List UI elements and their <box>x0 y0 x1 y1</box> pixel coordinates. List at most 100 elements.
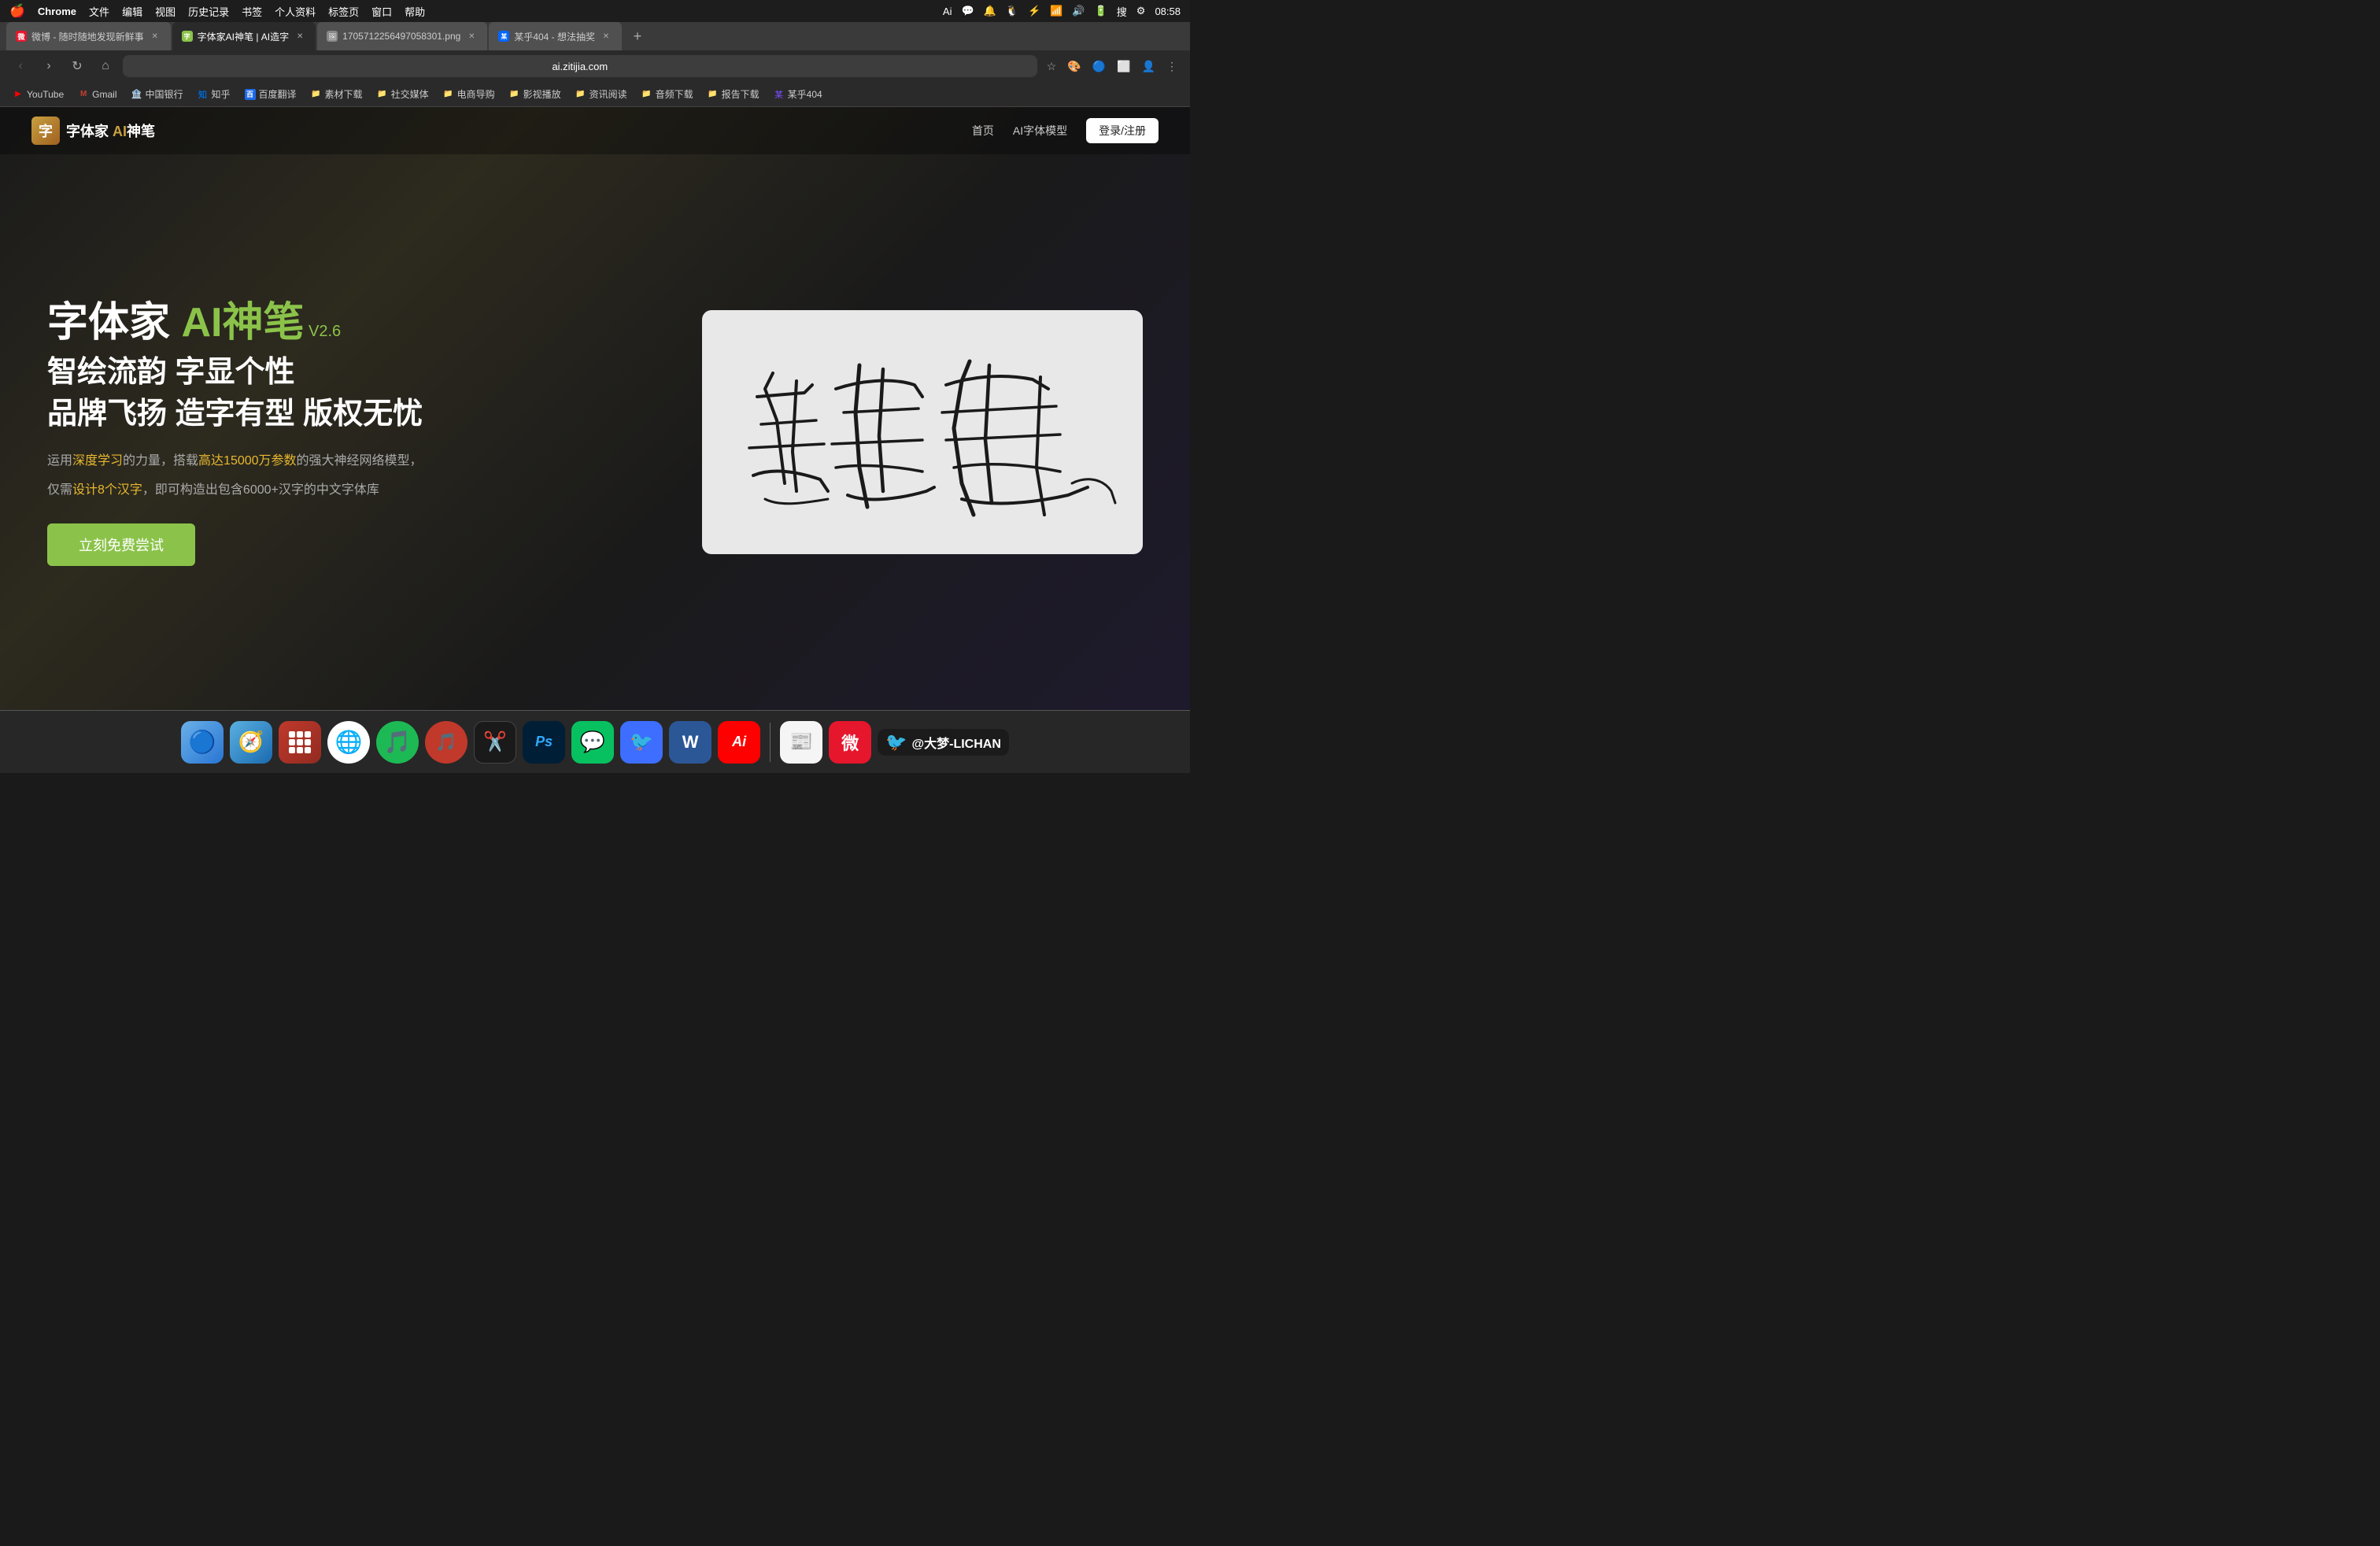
bookmark-zhihu[interactable]: 知 知乎 <box>191 86 237 102</box>
nav-ai-model[interactable]: AI字体模型 <box>1013 123 1067 139</box>
dock-launchpad[interactable]: Launchpad <box>279 721 321 764</box>
bookmark-video[interactable]: 📁 影视播放 <box>503 86 567 102</box>
home-button[interactable]: ⌂ <box>94 55 116 77</box>
adobe-icon[interactable]: Ai <box>943 6 952 17</box>
dock-wechat[interactable]: 💬 微信 <box>571 721 614 764</box>
volume-icon[interactable]: 🔊 <box>1072 5 1085 17</box>
control-center-icon[interactable]: ⚙ <box>1136 5 1146 17</box>
bookmark-boc[interactable]: 🏦 中国银行 <box>125 86 190 102</box>
menu-edit[interactable]: 编辑 <box>122 4 142 19</box>
dock-finder[interactable]: 🔵 Finder <box>181 721 224 764</box>
cta-button[interactable]: 立刻免费尝试 <box>47 523 195 566</box>
tab-close-zhihu[interactable]: ✕ <box>600 30 612 43</box>
bookmark-baidu[interactable]: 百 百度翻译 <box>238 86 303 102</box>
dock-netease[interactable]: 🎵 网易云 <box>425 721 468 764</box>
tab-zhihu[interactable]: 某 某乎404 - 想法抽奖 ✕ <box>489 22 622 50</box>
hero-title: 字体家 AI神笔 V2.6 <box>47 298 655 347</box>
bookmark-ecommerce[interactable]: 📁 电商导购 <box>437 86 501 102</box>
tab-weibo[interactable]: 微 微博 - 随时随地发现新鲜事 ✕ <box>6 22 171 50</box>
menu-dots-icon[interactable]: ⋮ <box>1163 57 1181 76</box>
menu-history[interactable]: 历史记录 <box>188 4 229 19</box>
bookmark-mhu[interactable]: 某 某乎404 <box>767 86 829 102</box>
launchpad-icon <box>283 725 317 760</box>
tab-close-weibo[interactable]: ✕ <box>149 30 161 43</box>
tab-title-png: 1705712256497058301.png <box>342 31 460 42</box>
wifi-icon[interactable]: 📶 <box>1050 5 1062 17</box>
back-button[interactable]: ‹ <box>9 55 31 77</box>
menu-file[interactable]: 文件 <box>89 4 109 19</box>
bookmark-mhu-label: 某乎404 <box>788 87 822 101</box>
menu-view[interactable]: 视图 <box>155 4 176 19</box>
bookmark-news[interactable]: 📁 资讯阅读 <box>569 86 634 102</box>
menu-window[interactable]: 窗口 <box>371 4 392 19</box>
address-input[interactable] <box>123 55 1037 77</box>
dock-chrome[interactable]: 🌐 Chrome <box>327 721 370 764</box>
bookmark-social[interactable]: 📁 社交媒体 <box>371 86 435 102</box>
dock-adobe[interactable]: Ai Adobe <box>718 721 760 764</box>
baidu-icon: 百 <box>245 89 256 100</box>
menubar-right: Ai 💬 🔔 🐧 ⚡ 📶 🔊 🔋 搜 ⚙ 08:58 <box>943 4 1181 19</box>
bluetooth-icon[interactable]: ⚡ <box>1028 5 1040 17</box>
dock-newsreader[interactable]: 📰 新闻阅读 <box>780 721 822 764</box>
bookmark-youtube-label: YouTube <box>27 89 64 100</box>
profile-icon[interactable]: 👤 <box>1139 57 1159 76</box>
bookmark-report[interactable]: 📁 报告下载 <box>701 86 766 102</box>
addrbar-right: ☆ 🎨 🔵 ⬜ 👤 ⋮ <box>1044 57 1181 76</box>
new-tab-button[interactable]: + <box>626 25 649 47</box>
menu-help[interactable]: 帮助 <box>405 4 425 19</box>
battery-icon[interactable]: 🔋 <box>1095 5 1107 17</box>
hero-title-text: 字体家 <box>47 300 181 346</box>
tab-favicon-zhihu: 某 <box>498 31 509 42</box>
bookmark-audio[interactable]: 📁 音频下载 <box>635 86 700 102</box>
tab-zitijia[interactable]: 字 字体家AI神笔 | AI造字 ✕ <box>172 22 316 50</box>
tab-bar: 微 微博 - 随时随地发现新鲜事 ✕ 字 字体家AI神笔 | AI造字 ✕ 🖼 … <box>0 22 1190 50</box>
sougou-icon[interactable]: 搜 <box>1117 4 1127 19</box>
extension-icon3[interactable]: ⬜ <box>1114 57 1133 76</box>
menubar: 🍎 Chrome 文件 编辑 视图 历史记录 书签 个人资料 标签页 窗口 帮助… <box>0 0 1190 22</box>
zhihu-icon: 知 <box>198 89 209 100</box>
forward-button[interactable]: › <box>38 55 60 77</box>
weibo-section[interactable]: 🐦 @大梦-LICHAN <box>878 729 1009 756</box>
login-register-button[interactable]: 登录/注册 <box>1086 118 1159 143</box>
tab-close-png[interactable]: ✕ <box>465 30 478 43</box>
bookmark-ecommerce-label: 电商导购 <box>457 87 495 101</box>
menu-chrome[interactable]: Chrome <box>38 6 76 17</box>
menu-tabs[interactable]: 标签页 <box>328 4 359 19</box>
extension-icon2[interactable]: 🔵 <box>1089 57 1109 76</box>
site-logo[interactable]: 字 字体家 AI神笔 <box>31 117 155 145</box>
bookmark-baidu-label: 百度翻译 <box>259 87 297 101</box>
handwriting-card <box>702 310 1143 554</box>
word-icon: W <box>682 732 699 753</box>
nav-home[interactable]: 首页 <box>972 123 994 139</box>
system-time: 08:58 <box>1155 6 1181 17</box>
dock-finalcut[interactable]: ✂️ Final Cut <box>474 721 516 764</box>
dock-weibo-app[interactable]: 微 微博 <box>829 721 871 764</box>
bookmark-youtube[interactable]: ▶ YouTube <box>6 87 70 102</box>
hero-desc2-link[interactable]: 设计8个汉字 <box>72 483 142 497</box>
hero-desc1-suffix: 的强大神经网络模型， <box>297 454 423 468</box>
bookmark-star-icon[interactable]: ☆ <box>1044 57 1060 76</box>
refresh-button[interactable]: ↻ <box>66 55 88 77</box>
dock-photoshop[interactable]: Ps Photoshop <box>523 721 565 764</box>
dock-dingtalk[interactable]: 🐦 钉钉 <box>620 721 663 764</box>
address-bar: ‹ › ↻ ⌂ ☆ 🎨 🔵 ⬜ 👤 ⋮ <box>0 50 1190 82</box>
bookmark-sucai[interactable]: 📁 素材下载 <box>305 86 369 102</box>
dock-spotify[interactable]: 🎵 Spotify <box>376 721 419 764</box>
dock-word[interactable]: W Word <box>669 721 711 764</box>
bookmark-gmail[interactable]: M Gmail <box>72 87 123 102</box>
wechat-menu-icon[interactable]: 💬 <box>961 5 974 17</box>
apple-menu[interactable]: 🍎 <box>9 3 25 19</box>
news-icon: 📁 <box>575 89 586 100</box>
tab-close-zitijia[interactable]: ✕ <box>294 30 306 43</box>
qq-icon[interactable]: 🐧 <box>1006 5 1018 17</box>
tab-png[interactable]: 🖼 1705712256497058301.png ✕ <box>317 22 487 50</box>
adobe-creative-icon: Ai <box>732 734 746 750</box>
hero-desc1-highlight2: 高达15000万参数 <box>198 454 297 468</box>
menu-profile[interactable]: 个人资料 <box>275 4 316 19</box>
hero-desc1-prefix: 运用 <box>47 454 72 468</box>
extension-icon1[interactable]: 🎨 <box>1064 57 1084 76</box>
sucai-icon: 📁 <box>311 89 322 100</box>
dock-safari[interactable]: 🧭 Safari <box>230 721 272 764</box>
menu-bookmarks[interactable]: 书签 <box>242 4 262 19</box>
notification-icon[interactable]: 🔔 <box>984 5 996 17</box>
